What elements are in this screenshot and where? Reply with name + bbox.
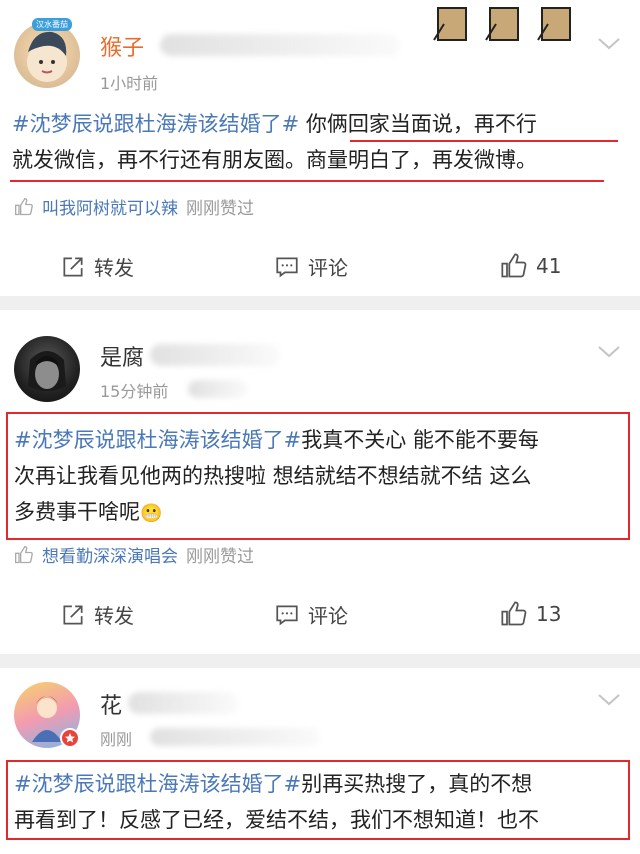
- divider: [0, 654, 640, 668]
- liked-by-row: 叫我阿树就可以辣 刚刚赞过: [14, 194, 254, 219]
- post-text-line: 再看到了！反感了已经，爱结不结，我们不想知道！也不: [14, 808, 539, 832]
- comment-button[interactable]: 评论: [274, 252, 348, 281]
- like-count: 41: [536, 254, 562, 278]
- like-status: 刚刚赞过: [186, 547, 254, 567]
- chevron-down-icon[interactable]: [596, 344, 622, 360]
- post-card-3: 花 刚刚 #沈梦辰说跟杜海涛该结婚了#别再买热搜了，真的不想 再看到了！反感了已…: [0, 668, 640, 854]
- username-blur: [160, 34, 400, 56]
- avatar-illustration-icon: [28, 351, 66, 391]
- topic-link[interactable]: #沈梦辰说跟杜海涛该结婚了#: [12, 112, 299, 136]
- liker-name[interactable]: 叫我阿树就可以辣: [42, 194, 178, 219]
- chevron-down-icon[interactable]: [596, 36, 622, 52]
- comment-icon: [276, 256, 298, 277]
- post-text-line: 次再让我看见他两的热搜啦 想结就结不想结就不结 这么: [14, 464, 532, 488]
- post-text: #沈梦辰说跟杜海涛该结婚了#我真不关心 能不能不要每 次再让我看见他两的热搜啦 …: [6, 412, 630, 540]
- post-card-2: 是腐 15分钟前 #沈梦辰说跟杜海涛该结婚了#我真不关心 能不能不要每 次再让我…: [0, 310, 640, 654]
- post-text-line: 多费事干啥呢😬: [14, 494, 622, 532]
- text-segment: 多费事干啥呢: [14, 500, 140, 524]
- avatar[interactable]: [14, 22, 80, 88]
- repost-label: 转发: [94, 256, 134, 280]
- repost-button[interactable]: 转发: [60, 600, 134, 629]
- text-segment: 我真不关心 能不能不要每: [301, 428, 539, 452]
- sticker-boxes-icon: [433, 7, 571, 41]
- repost-button[interactable]: 转发: [60, 252, 134, 281]
- repost-icon: [63, 604, 83, 625]
- like-button[interactable]: 13: [500, 600, 561, 628]
- like-status: 刚刚赞过: [186, 199, 254, 219]
- highlight-underline: [10, 180, 604, 182]
- avatar[interactable]: [14, 336, 80, 402]
- comment-button[interactable]: 评论: [274, 600, 348, 629]
- post-text-line: #沈梦辰说跟杜海涛该结婚了#我真不关心 能不能不要每: [14, 422, 622, 458]
- topic-link[interactable]: #沈梦辰说跟杜海涛该结婚了#: [14, 772, 301, 796]
- thumb-up-icon: [501, 601, 527, 626]
- comment-icon: [276, 604, 298, 625]
- comment-label: 评论: [308, 604, 348, 628]
- time-blur: [188, 380, 248, 398]
- username-blur: [150, 344, 280, 366]
- comment-label: 评论: [308, 256, 348, 280]
- highlight-underline: [350, 140, 618, 142]
- post-text-line: #沈梦辰说跟杜海涛该结婚了# 你俩回家当面说，再不行: [12, 106, 628, 142]
- post-text-line: 就发微信，再不行还有朋友圈。商量明白了，再发微博。: [12, 148, 537, 172]
- thumb-up-icon: [15, 197, 33, 215]
- post-text: #沈梦辰说跟杜海涛该结婚了#别再买热搜了，真的不想 再看到了！反感了已经，爱结不…: [6, 760, 630, 840]
- post-text-line: #沈梦辰说跟杜海涛该结婚了#别再买热搜了，真的不想: [14, 766, 622, 802]
- liked-by-row: 想看勤深深演唱会 刚刚赞过: [14, 542, 254, 567]
- username[interactable]: 猴子: [100, 30, 144, 62]
- repost-icon: [63, 256, 83, 277]
- username[interactable]: 是腐: [100, 340, 144, 372]
- repost-label: 转发: [94, 604, 134, 628]
- like-button[interactable]: 41: [500, 252, 561, 280]
- post-card-1: 汉水番茄 猴子 1小时前 #沈梦辰说跟杜海涛该结婚了# 你俩回家当面说，再不行 …: [0, 0, 640, 296]
- text-segment: 别再买热搜了，真的不想: [301, 772, 533, 796]
- username[interactable]: 花: [100, 688, 122, 720]
- username-blur: [128, 692, 238, 714]
- divider: [0, 296, 640, 310]
- post-time: 1小时前: [100, 74, 159, 93]
- like-count: 13: [536, 602, 562, 626]
- thumb-up-icon: [501, 253, 527, 278]
- post-time: 15分钟前: [100, 382, 169, 401]
- post-text: #沈梦辰说跟杜海涛该结婚了# 你俩回家当面说，再不行 就发微信，再不行还有朋友圈…: [12, 106, 628, 178]
- time-blur: [150, 728, 320, 746]
- thumb-up-icon: [15, 545, 33, 563]
- topic-link[interactable]: #沈梦辰说跟杜海涛该结婚了#: [14, 428, 301, 452]
- text-segment: 你俩回家当面说，再不行: [299, 112, 537, 136]
- avatar-badge: 汉水番茄: [32, 18, 72, 31]
- chevron-down-icon[interactable]: [596, 692, 622, 708]
- liker-name[interactable]: 想看勤深深演唱会: [42, 542, 178, 567]
- emoji-icon: 😬: [140, 503, 163, 524]
- avatar-illustration-icon: [27, 31, 67, 82]
- verified-badge-icon: [60, 728, 80, 748]
- post-time: 刚刚: [100, 730, 133, 749]
